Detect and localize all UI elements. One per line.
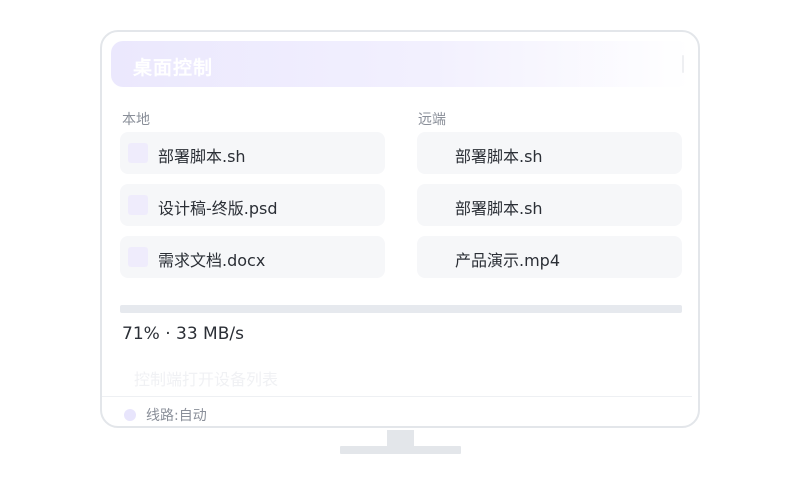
screen: 桌面控制 本地 远端 部署脚本.sh 设计稿-终版.psd 需求文档.docx … [0,0,800,500]
remote-file-item[interactable]: 部署脚本.sh [417,184,682,226]
file-name: 部署脚本.sh [455,147,543,166]
monitor-stand-neck [387,430,414,447]
window-title: 桌面控制 [133,57,214,79]
file-name: 需求文档.docx [158,251,266,270]
file-icon [128,143,148,163]
connection-status: 线路:自动 [146,408,207,424]
local-file-item[interactable]: 需求文档.docx [120,236,385,278]
local-column-label: 本地 [122,112,150,128]
remote-file-list: 部署脚本.sh 部署脚本.sh 产品演示.mp4 [417,132,682,288]
local-file-item[interactable]: 设计稿-终版.psd [120,184,385,226]
remote-column-label: 远端 [418,112,446,128]
file-icon [128,247,148,267]
device-list-hint: 控制端打开设备列表 [134,370,279,389]
footer-divider [102,396,692,397]
remote-file-item[interactable]: 产品演示.mp4 [417,236,682,278]
transfer-progress-text: 71% · 33 MB/s [122,324,244,344]
remote-file-item[interactable]: 部署脚本.sh [417,132,682,174]
file-name: 产品演示.mp4 [455,251,561,270]
transfer-progress-bar [120,305,682,313]
monitor-frame: 桌面控制 本地 远端 部署脚本.sh 设计稿-终版.psd 需求文档.docx … [100,30,700,428]
file-icon [128,195,148,215]
window-header: 桌面控制 [111,41,691,87]
header-divider [682,55,684,73]
monitor-stand-base [340,446,461,454]
local-file-list: 部署脚本.sh 设计稿-终版.psd 需求文档.docx [120,132,385,288]
file-name: 部署脚本.sh [158,147,246,166]
file-name: 设计稿-终版.psd [158,199,278,218]
file-name: 部署脚本.sh [455,199,543,218]
local-file-item[interactable]: 部署脚本.sh [120,132,385,174]
status-dot-icon [124,409,136,421]
